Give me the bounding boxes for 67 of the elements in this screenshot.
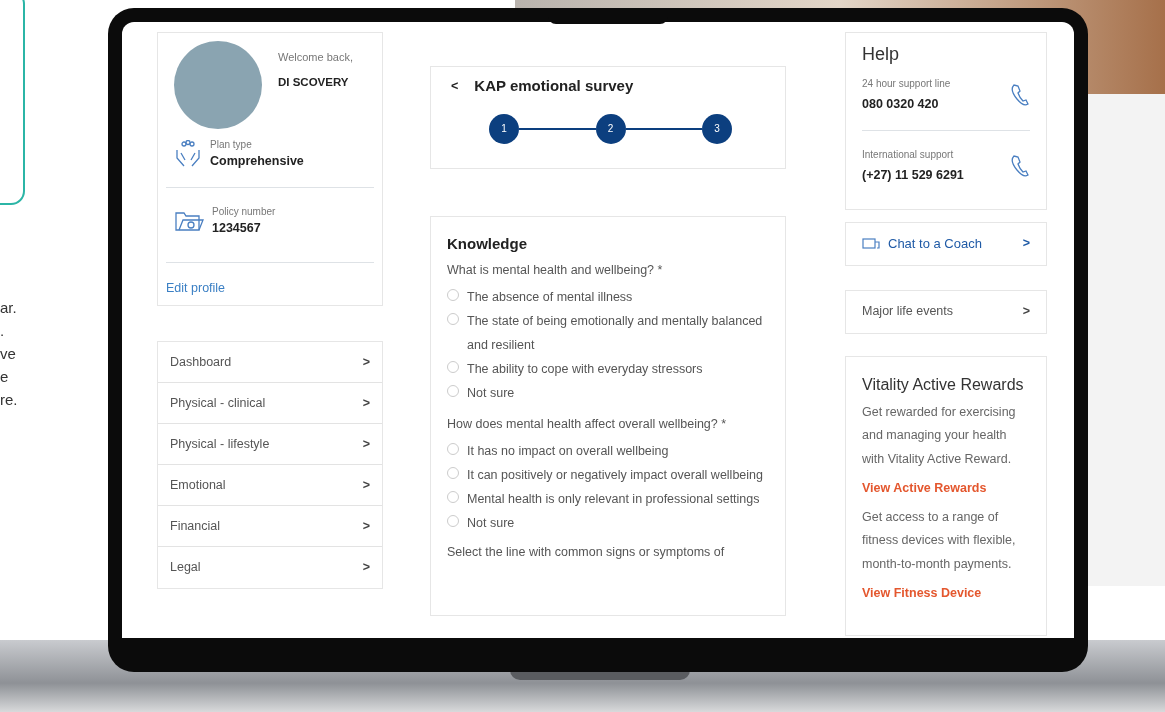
survey-title: KAP emotional survey bbox=[474, 76, 634, 96]
phone-number: 080 0320 420 bbox=[862, 96, 940, 113]
chevron-icon: > bbox=[1022, 234, 1030, 253]
greeting-text: Welcome back, bbox=[278, 50, 353, 65]
phone-icon bbox=[1010, 82, 1030, 107]
menu-label: Physical - clinical bbox=[170, 394, 266, 412]
chevron-icon: > bbox=[1022, 302, 1030, 321]
menu-label: Physical - lifestyle bbox=[170, 435, 270, 453]
section-heading: Knowledge bbox=[447, 233, 527, 254]
menu-label: Legal bbox=[170, 559, 201, 577]
text-fragment: . bbox=[0, 321, 5, 341]
option-label: Not sure bbox=[467, 385, 515, 402]
chevron-icon: > bbox=[362, 516, 370, 536]
link-label: Chat to a Coach bbox=[888, 234, 982, 253]
question-text: What is mental health and wellbeing? * bbox=[447, 262, 663, 279]
step-marker: 3 bbox=[702, 113, 732, 144]
hands-icon bbox=[174, 139, 202, 168]
link-label: Major life events bbox=[862, 303, 953, 321]
back-button[interactable]: < bbox=[451, 76, 459, 96]
question-text: Select the line with common signs or symptoms of bbox=[447, 544, 725, 561]
phone-number: (+27) 11 529 6291 bbox=[862, 166, 964, 184]
user-name: DI SCOVERY bbox=[278, 74, 350, 90]
rewards-title: Vitality Active Rewards bbox=[862, 374, 1024, 395]
option-label: It can positively or negatively impact overall wellbeing bbox=[467, 467, 763, 484]
option-label: The state of being emotionally and mentally balanced and resilient bbox=[467, 313, 764, 354]
chat-icon bbox=[862, 237, 880, 250]
step-marker: 2 bbox=[595, 113, 626, 144]
option-label: Not sure bbox=[467, 515, 515, 532]
text-fragment: e bbox=[0, 367, 9, 387]
view-rewards-link[interactable]: View Active Rewards bbox=[862, 479, 987, 498]
link-card[interactable]: Chat to a Coach > bbox=[845, 221, 1047, 266]
text-fragment: ve bbox=[0, 344, 16, 364]
help-title: Help bbox=[862, 43, 900, 66]
menu-label: Financial bbox=[170, 517, 221, 535]
rewards-description: Get rewarded for exercising and managing your health with Vitality Active Reward. bbox=[862, 403, 1017, 468]
view-device-link[interactable]: View Fitness Device bbox=[862, 584, 982, 603]
label-text: 24 hour support line bbox=[862, 77, 951, 91]
policy-value: 1234567 bbox=[212, 219, 262, 237]
link-card[interactable]: Major life events > bbox=[845, 289, 1047, 334]
chevron-icon: > bbox=[362, 393, 370, 413]
menu-item[interactable]: Physical - clinical > bbox=[158, 383, 382, 425]
text-fragment: re. bbox=[0, 390, 18, 410]
label-text: International support bbox=[862, 147, 955, 162]
menu-item[interactable]: Emotional > bbox=[158, 465, 382, 507]
menu-item[interactable]: Legal > bbox=[158, 547, 382, 589]
step-marker: 1 bbox=[489, 113, 519, 144]
menu-item[interactable]: Physical - lifestyle > bbox=[158, 424, 382, 466]
option-label: Mental health is only relevant in professional settings bbox=[467, 491, 760, 508]
label-text: Plan type bbox=[210, 138, 253, 152]
chevron-icon: > bbox=[362, 434, 370, 454]
chevron-icon: > bbox=[362, 558, 370, 578]
edit-profile-link[interactable]: Edit profile bbox=[166, 278, 226, 298]
text-fragment: ar. bbox=[0, 298, 17, 318]
question-text: How does mental health affect overall wellbeing? * bbox=[447, 416, 727, 433]
menu-item[interactable]: Dashboard > bbox=[158, 342, 382, 384]
option-label: The ability to cope with everyday stressors bbox=[467, 361, 703, 378]
phone-icon bbox=[1010, 153, 1030, 178]
menu-label: Dashboard bbox=[170, 353, 232, 371]
plan-value: Comprehensive bbox=[210, 153, 304, 170]
rewards-description: Get access to a range of fitness devices with flexible, month-to-month payments. bbox=[862, 508, 1017, 573]
chevron-icon: > bbox=[362, 352, 370, 372]
chevron-icon: > bbox=[362, 475, 370, 495]
option-label: The absence of mental illness bbox=[467, 289, 633, 306]
menu-label: Emotional bbox=[170, 476, 226, 494]
menu-item[interactable]: Financial > bbox=[158, 506, 382, 548]
option-label: It has no impact on overall wellbeing bbox=[467, 443, 669, 460]
label-text: Policy number bbox=[212, 204, 276, 219]
